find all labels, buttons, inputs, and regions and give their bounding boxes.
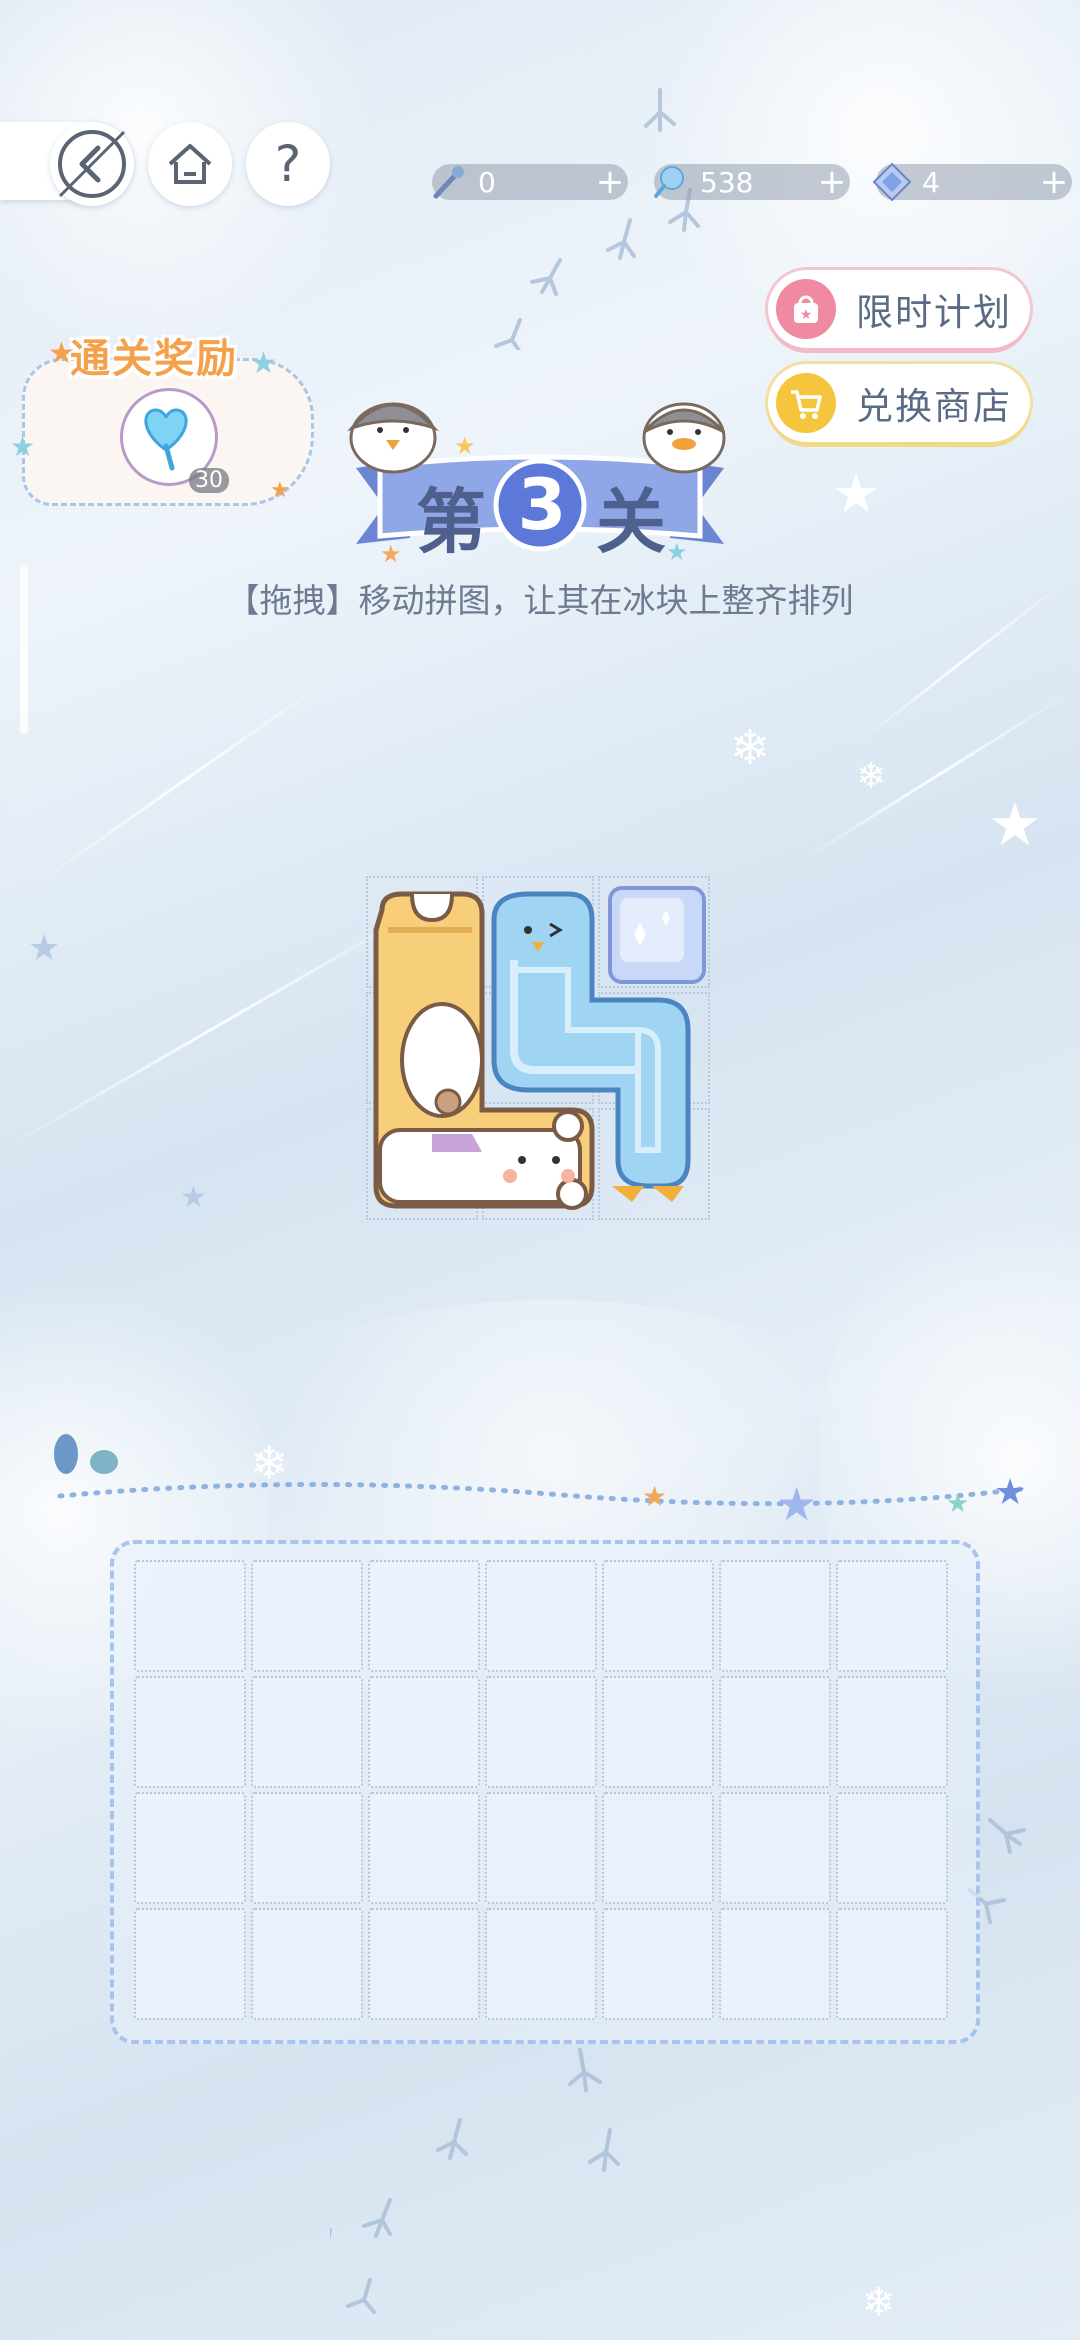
add-gem-button[interactable]: +: [1036, 165, 1072, 199]
ice-grid-cell[interactable]: [485, 1560, 597, 1672]
snowflake-icon: ❄: [730, 720, 771, 776]
home-icon: [168, 144, 212, 184]
add-feather-button[interactable]: +: [592, 165, 628, 199]
puffin-mascot-left: [347, 402, 439, 474]
level-instruction: 【拖拽】移动拼图，让其在冰块上整齐排列: [226, 581, 854, 620]
svg-text:★: ★: [946, 1489, 969, 1519]
ice-grid-cell[interactable]: [134, 1792, 246, 1904]
ice-grid-cell[interactable]: [251, 1560, 363, 1672]
help-button[interactable]: ?: [246, 122, 330, 206]
star-decoration: ★: [832, 462, 881, 525]
back-button[interactable]: [50, 122, 134, 206]
add-lollipop-button[interactable]: +: [814, 165, 850, 199]
ice-grid-cell[interactable]: [602, 1676, 714, 1788]
resource-gem: 4 +: [872, 162, 1072, 202]
clear-reward-title: 通关奖励: [70, 336, 238, 382]
ice-grid-cell[interactable]: [485, 1676, 597, 1788]
star-decoration: ★: [270, 478, 290, 503]
ice-grid-cell[interactable]: [719, 1792, 831, 1904]
reward-count: 30: [189, 468, 229, 493]
ice-grid-cell[interactable]: [602, 1908, 714, 2020]
footprints-decoration: [494, 88, 700, 350]
ice-grid-cell[interactable]: [836, 1792, 948, 1904]
lollipop-count: 538: [700, 165, 754, 199]
star-decoration: ★: [988, 790, 1042, 860]
home-button[interactable]: [148, 122, 232, 206]
ice-target-grid[interactable]: [110, 1540, 980, 2044]
svg-text:★: ★: [454, 432, 476, 460]
svg-text:★: ★: [800, 307, 813, 323]
level-prefix: 第: [416, 481, 486, 563]
svg-text:★: ★: [666, 538, 688, 566]
ice-grid-cell[interactable]: [719, 1560, 831, 1672]
ice-grid-cell[interactable]: [368, 1560, 480, 1672]
svg-text:★: ★: [776, 1477, 817, 1524]
ice-grid-cell[interactable]: [251, 1908, 363, 2020]
puffin-mascot-right: [642, 402, 726, 474]
heart-lollipop-icon: [144, 408, 188, 471]
ice-grid-cell[interactable]: [719, 1908, 831, 2020]
back-arrow-icon: [58, 130, 126, 198]
ice-grid-cell[interactable]: [251, 1792, 363, 1904]
reward-item[interactable]: 30: [120, 388, 229, 493]
footprints-decoration: [330, 2048, 620, 2314]
star-decoration: ★: [10, 430, 36, 463]
level-number: 3: [517, 464, 567, 546]
shopping-bag-icon: ★: [776, 279, 836, 339]
exchange-shop-button[interactable]: 兑换商店: [768, 364, 1030, 442]
shopping-cart-icon: [776, 373, 836, 433]
svg-text:★: ★: [994, 1472, 1026, 1513]
svg-text:★: ★: [642, 1480, 667, 1513]
ice-grid-cell[interactable]: [602, 1792, 714, 1904]
limited-plan-button[interactable]: ★ 限时计划: [768, 270, 1030, 348]
ice-grid-cell[interactable]: [485, 1792, 597, 1904]
snowflake-icon: ❄: [856, 756, 887, 797]
ice-grid-cell[interactable]: [251, 1676, 363, 1788]
ice-grid-cell[interactable]: [485, 1908, 597, 2020]
ice-grid-cell[interactable]: [134, 1560, 246, 1672]
star-decoration: ★: [180, 1180, 207, 1215]
exchange-shop-label: 兑换商店: [856, 385, 1012, 428]
ice-cube-block[interactable]: [604, 882, 710, 988]
feather-icon: [428, 162, 468, 202]
star-decoration: ★: [48, 336, 75, 371]
gem-icon: [872, 162, 912, 202]
level-suffix: 关: [596, 481, 666, 563]
limited-plan-label: 限时计划: [856, 291, 1012, 334]
ice-grid-cell[interactable]: [368, 1676, 480, 1788]
ice-grid-cell[interactable]: [836, 1908, 948, 2020]
ice-grid-cell[interactable]: [719, 1676, 831, 1788]
lollipop-icon: [650, 162, 690, 202]
ice-grid-cell[interactable]: [602, 1560, 714, 1672]
resource-feather: 0 +: [432, 164, 628, 200]
ice-grid-cell[interactable]: [836, 1560, 948, 1672]
svg-text:★: ★: [380, 540, 402, 568]
ice-grid-cell[interactable]: [836, 1676, 948, 1788]
ice-grid-cell[interactable]: [368, 1792, 480, 1904]
snowflake-icon: ❄: [862, 2280, 896, 2326]
ice-grid-cell[interactable]: [134, 1908, 246, 2020]
star-decoration: ★: [28, 928, 61, 969]
gem-count: 4: [922, 165, 940, 199]
ice-grid-cell[interactable]: [134, 1676, 246, 1788]
star-decoration: ★: [250, 346, 277, 381]
help-label: ?: [274, 135, 302, 193]
resource-lollipop: 538 +: [654, 164, 850, 200]
feather-count: 0: [478, 165, 496, 199]
ice-grid-cell[interactable]: [368, 1908, 480, 2020]
wavy-dotted-divider: ★ ★ ★ ★: [57, 1472, 1033, 1524]
